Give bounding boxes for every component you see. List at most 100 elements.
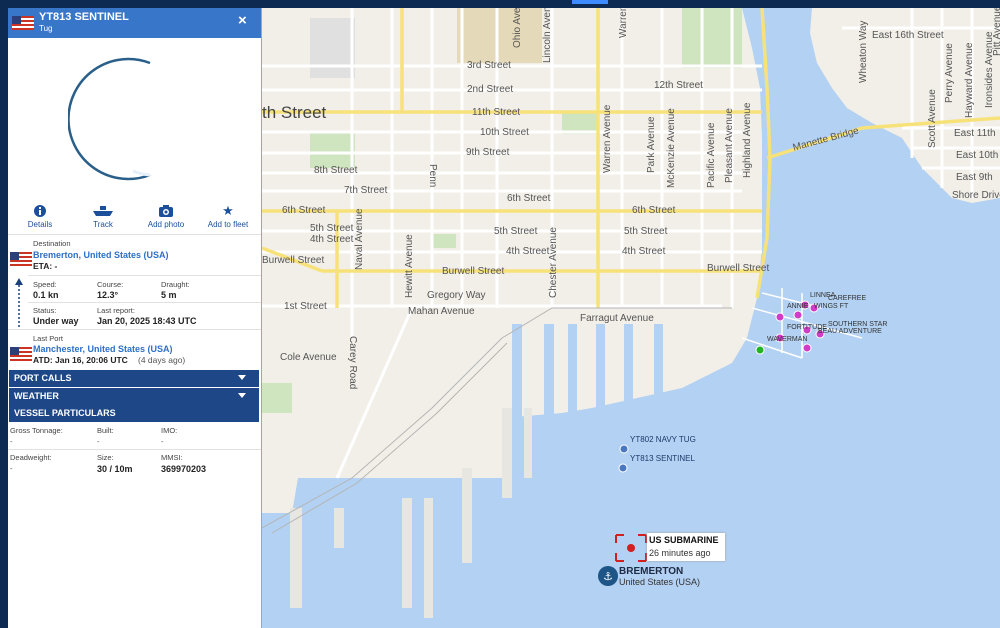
map-view[interactable]: ⚓ th Street 11th Street 3rd Street 2nd S… bbox=[262, 8, 1000, 628]
vessel-label-yt802[interactable]: YT802 NAVY TUG bbox=[630, 435, 696, 444]
status-label: Status: bbox=[33, 306, 57, 315]
last-port-link[interactable]: Manchester, United States (USA) bbox=[33, 344, 173, 354]
moored-marker[interactable] bbox=[755, 345, 765, 355]
divider bbox=[8, 234, 261, 235]
destination-port-link[interactable]: Bremerton, United States (USA) bbox=[33, 250, 169, 260]
avenue-label: Naval Avenue bbox=[354, 208, 365, 270]
destination-label: Destination bbox=[33, 239, 71, 248]
street-label: Shore Drive bbox=[952, 190, 1000, 201]
track-label: Track bbox=[93, 220, 113, 229]
close-icon[interactable]: × bbox=[238, 12, 247, 29]
avenue-label: Lincoln Avenue bbox=[542, 8, 553, 63]
marina-vessel-label[interactable]: CAREFREE bbox=[828, 295, 866, 302]
street-label: 1st Street bbox=[284, 301, 327, 312]
street-label: 4th Street bbox=[622, 246, 666, 257]
avenue-label: Warren bbox=[618, 8, 629, 38]
port-calls-section[interactable]: PORT CALLS bbox=[9, 370, 259, 387]
us-flag-icon bbox=[10, 252, 32, 266]
street-label: 2nd Street bbox=[467, 84, 514, 95]
submarine-callout[interactable]: US SUBMARINE 26 minutes ago bbox=[647, 533, 725, 561]
star-icon: ★ bbox=[222, 203, 234, 218]
avenue-label: Penn bbox=[427, 164, 438, 188]
speed-value: 0.1 kn bbox=[33, 290, 59, 300]
us-flag-icon bbox=[12, 16, 34, 30]
tug-marker-yt802[interactable] bbox=[619, 444, 629, 454]
avenue-label: Chester Avenue bbox=[548, 227, 559, 298]
mmsi-label: MMSI: bbox=[161, 453, 183, 462]
marina-vessel-label[interactable]: ANNIE bbox=[787, 303, 808, 310]
built-value: - bbox=[97, 437, 100, 446]
ship-track-icon bbox=[73, 204, 133, 218]
weather-title: WEATHER bbox=[14, 391, 59, 401]
pleasure-marker[interactable] bbox=[802, 343, 812, 353]
avenue-label: Pitt Avenue bbox=[992, 8, 1000, 56]
route-line-icon bbox=[15, 278, 23, 327]
size-value: 30 / 10m bbox=[97, 464, 133, 474]
active-tab-indicator[interactable] bbox=[572, 0, 608, 4]
avenue-label: Scott Avenue bbox=[927, 89, 938, 148]
avenue-label: Park Avenue bbox=[646, 116, 657, 173]
chevron-down-icon bbox=[238, 375, 246, 380]
street-label: East 9th bbox=[956, 172, 993, 183]
add-to-fleet-button[interactable]: ★ Add to fleet bbox=[198, 203, 258, 230]
vessel-label-yt813[interactable]: YT813 SENTINEL bbox=[630, 454, 695, 463]
vessel-type: Tug bbox=[39, 24, 53, 33]
marina-vessel-label[interactable]: WAVERMAN bbox=[767, 336, 807, 343]
mmsi-value: 369970203 bbox=[161, 464, 207, 474]
street-label: 5th Street bbox=[624, 226, 668, 237]
street-label: 10th Street bbox=[480, 127, 529, 138]
vessel-particulars-section[interactable]: VESSEL PARTICULARS bbox=[9, 405, 259, 422]
street-label: 6th Street bbox=[282, 205, 326, 216]
marina-vessel-label[interactable]: WINGS FT bbox=[814, 303, 848, 310]
divider bbox=[8, 449, 261, 450]
track-button[interactable]: Track bbox=[73, 204, 133, 229]
avenue-label: Wheaton Way bbox=[858, 20, 869, 83]
draught-label: Draught: bbox=[161, 280, 190, 289]
weather-section[interactable]: WEATHER bbox=[9, 388, 259, 405]
tug-marker-yt813[interactable] bbox=[618, 463, 628, 473]
marina-vessel-label[interactable]: BEAU ADVENTURE bbox=[818, 328, 882, 335]
street-label: 9th Street bbox=[466, 147, 510, 158]
avenue-label: Highland Avenue bbox=[742, 102, 753, 178]
avenue-label: Pacific Avenue bbox=[706, 122, 717, 188]
status-value: Under way bbox=[33, 316, 79, 326]
street-label: Burwell Street bbox=[707, 263, 770, 274]
avenue-label: Hewitt Avenue bbox=[404, 234, 415, 298]
anchor-icon: ⚓ bbox=[603, 570, 613, 583]
street-label: 6th Street bbox=[632, 205, 676, 216]
left-navigation-strip bbox=[0, 8, 8, 628]
us-flag-icon bbox=[10, 347, 32, 361]
street-label: Burwell Street bbox=[442, 266, 505, 277]
street-label: 5th Street bbox=[494, 226, 538, 237]
deadweight-value: - bbox=[10, 464, 13, 473]
atd-ago: (4 days ago) bbox=[138, 355, 186, 365]
vessel-particulars-title: VESSEL PARTICULARS bbox=[14, 408, 116, 418]
street-label: 3rd Street bbox=[467, 60, 511, 71]
port-calls-title: PORT CALLS bbox=[14, 373, 72, 383]
callout-time: 26 minutes ago bbox=[649, 548, 711, 558]
street-label: 11th Street bbox=[472, 107, 521, 118]
vessel-info-panel: YT813 SENTINEL Tug × Details Track Add p… bbox=[8, 8, 262, 628]
pleasure-marker[interactable] bbox=[775, 312, 785, 322]
pleasure-marker[interactable] bbox=[793, 310, 803, 320]
street-label: East 16th Street bbox=[872, 30, 944, 41]
street-label: Burwell Street bbox=[262, 255, 325, 266]
street-label: 12th Street bbox=[654, 80, 703, 91]
camera-icon bbox=[136, 204, 196, 218]
avenue-label: McKenzie Avenue bbox=[666, 108, 677, 188]
atd-value: ATD: Jan 16, 20:06 UTC bbox=[33, 355, 128, 365]
divider bbox=[28, 275, 261, 276]
street-label: East 11th bbox=[954, 128, 996, 139]
port-country-label: United States (USA) bbox=[619, 577, 701, 587]
speed-label: Speed: bbox=[33, 280, 57, 289]
add-to-fleet-label: Add to fleet bbox=[207, 220, 249, 229]
built-label: Built: bbox=[97, 426, 114, 435]
course-value: 12.3° bbox=[97, 290, 119, 300]
street-label: 7th Street bbox=[344, 185, 388, 196]
details-button[interactable]: Details bbox=[10, 204, 70, 229]
street-label: 4th Street bbox=[506, 246, 550, 257]
add-photo-button[interactable]: Add photo bbox=[136, 204, 196, 229]
port-name-label[interactable]: BREMERTON bbox=[619, 566, 683, 577]
marina-vessel-label[interactable]: SOUTHERN STAR bbox=[828, 321, 887, 328]
imo-value: - bbox=[161, 437, 164, 446]
